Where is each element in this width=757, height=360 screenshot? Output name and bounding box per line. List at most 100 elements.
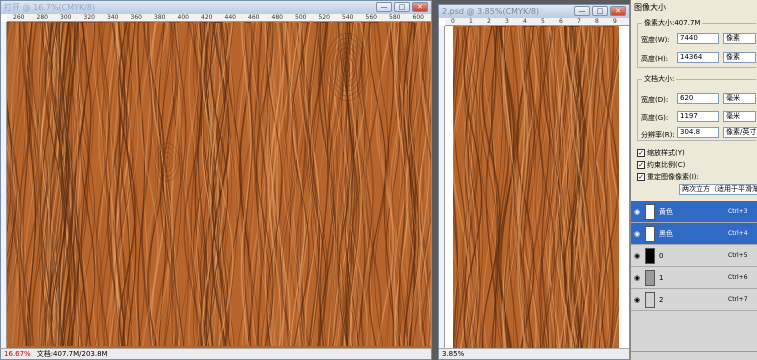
close-button[interactable]: ✕ [412, 2, 428, 12]
resolution-label: 分辨率(R): [641, 131, 675, 139]
pixel-width-input[interactable]: 7440 [677, 33, 719, 44]
ruler-tick: 360 [130, 14, 142, 21]
ruler-tick: 300 [60, 14, 72, 21]
ruler-tick: 520 [318, 14, 330, 21]
document-window-1[interactable]: 打开 @ 16.7%(CMYK/8) — □ ✕ 260 280 300 320 340… [0, 0, 432, 360]
window-2-statusbar: 3.85% [439, 348, 629, 359]
scale-styles-checkbox[interactable]: ✓ 缩放样式(Y) [637, 148, 685, 158]
channel-shortcut: Ctrl+5 [728, 252, 748, 259]
checkbox-box[interactable]: ✓ [637, 149, 645, 157]
channel-row[interactable]: ◉ 黑色 Ctrl+4 [631, 223, 757, 245]
maximize-button[interactable]: □ [592, 6, 608, 16]
ruler-tick: 500 [295, 14, 307, 21]
ruler-tick: 320 [83, 14, 95, 21]
eye-icon[interactable]: ◉ [631, 230, 643, 238]
resample-image-checkbox[interactable]: ✓ 重定图像像素(I): [637, 172, 699, 182]
channel-name: 0 [659, 251, 664, 260]
checkbox-label: 缩放样式(Y) [647, 149, 685, 157]
checkbox-box[interactable]: ✓ [637, 173, 645, 181]
ruler-tick: 400 [177, 14, 189, 21]
ruler-tick: 420 [201, 14, 213, 21]
channel-name: 黄色 [659, 207, 673, 216]
zoom-level[interactable]: 16.67% [4, 350, 31, 358]
wood-texture-image [453, 26, 619, 350]
ruler-tick: 340 [107, 14, 119, 21]
channel-thumbnail [645, 203, 655, 220]
pixel-dimensions-legend: 像素大小:407.7M [642, 18, 703, 28]
channel-row[interactable]: ◉ 1 Ctrl+6 [631, 267, 757, 289]
channel-row[interactable]: ◉ 黄色 Ctrl+3 [631, 201, 757, 223]
ruler-tick: 260 [13, 14, 25, 21]
ruler-tick: 280 [36, 14, 48, 21]
wood-texture-canvas-1[interactable] [7, 22, 431, 350]
channels-panel: ◉ 黄色 Ctrl+3 ◉ 黑色 Ctrl+4 ◉ 0 Ctrl+5 ◉ 1 Ctrl+6 ◉ 2 Ctrl… [631, 201, 757, 351]
dialog-title: 图像大小 [634, 3, 666, 12]
ruler-tick: 1 [469, 18, 473, 25]
resolution-input[interactable]: 304.8 [677, 127, 719, 138]
checkbox-label: 约束比例(C) [647, 161, 686, 169]
ruler-tick: 5 [541, 18, 545, 25]
ruler-tick: 540 [342, 14, 354, 21]
window-1-title: 打开 @ 16.7%(CMYK/8) [4, 3, 96, 12]
channel-shortcut: Ctrl+6 [728, 274, 748, 281]
channel-row[interactable]: ◉ 2 Ctrl+7 [631, 289, 757, 311]
minimize-button[interactable]: — [376, 2, 392, 12]
document-size-legend: 文档大小: [642, 74, 677, 84]
horizontal-ruler: 0 1 2 3 4 5 6 7 8 9 [445, 18, 629, 26]
ruler-tick: 4 [523, 18, 527, 25]
eye-icon[interactable]: ◉ [631, 296, 643, 304]
ruler-tick: 460 [248, 14, 260, 21]
window-1-titlebar[interactable]: 打开 @ 16.7%(CMYK/8) — □ ✕ [1, 1, 431, 14]
ruler-tick: 380 [154, 14, 166, 21]
channel-shortcut: Ctrl+4 [728, 230, 748, 237]
ruler-tick: 580 [389, 14, 401, 21]
channel-shortcut: Ctrl+7 [728, 296, 748, 303]
eye-icon[interactable]: ◉ [631, 252, 643, 260]
ruler-tick: 440 [224, 14, 236, 21]
ruler-tick: 480 [271, 14, 283, 21]
canvas-area [445, 26, 629, 350]
ruler-tick: 8 [595, 18, 599, 25]
pixel-height-input[interactable]: 14364 [677, 52, 719, 63]
image-size-dialog: 图像大小 像素大小:407.7M 宽度(W): 7440 像素 高度(H): 1… [630, 0, 757, 360]
window-1-statusbar: 16.67% 文档:407.7M/203.8M [1, 348, 431, 359]
minimize-button[interactable]: — [574, 6, 590, 16]
doc-height-label: 高度(G): [641, 114, 669, 122]
document-size[interactable]: 文档:407.7M/203.8M [37, 349, 108, 359]
doc-width-input[interactable]: 620 [677, 93, 719, 104]
eye-icon[interactable]: ◉ [631, 208, 643, 216]
eye-icon[interactable]: ◉ [631, 274, 643, 282]
doc-width-unit-select[interactable]: 毫米 [723, 93, 756, 104]
channel-row[interactable]: ◉ 0 Ctrl+5 [631, 245, 757, 267]
pixel-width-unit-select[interactable]: 像素 [723, 33, 756, 44]
ruler-tick: 560 [365, 14, 377, 21]
horizontal-ruler: 260 280 300 320 340 360 380 400 420 440 460 480 500 5… [7, 14, 431, 22]
wood-texture-canvas-2[interactable] [453, 26, 619, 350]
channel-thumbnail [645, 291, 655, 308]
channel-name: 黑色 [659, 229, 673, 238]
channel-name: 1 [659, 273, 664, 282]
pixel-height-label: 高度(H): [641, 55, 669, 63]
window-2-titlebar[interactable]: 2.psd @ 3.85%(CMYK/8) — □ ✕ [439, 5, 629, 18]
window-2-title: 2.psd @ 3.85%(CMYK/8) [442, 7, 540, 16]
pixel-height-unit-select[interactable]: 像素 [723, 52, 756, 63]
doc-height-input[interactable]: 1197 [677, 111, 719, 122]
close-button[interactable]: ✕ [610, 6, 626, 16]
ruler-tick: 6 [559, 18, 563, 25]
ruler-tick: 3 [505, 18, 509, 25]
zoom-level[interactable]: 3.85% [442, 350, 464, 358]
maximize-button[interactable]: □ [394, 2, 410, 12]
checkbox-label: 重定图像像素(I): [647, 173, 699, 181]
doc-height-unit-select[interactable]: 毫米 [723, 111, 756, 122]
resample-method-select[interactable]: 两次立方（适用于平滑渐变） [679, 184, 757, 195]
ruler-tick: 0 [451, 18, 455, 25]
document-window-2[interactable]: 2.psd @ 3.85%(CMYK/8) — □ ✕ 0 1 2 3 4 5 6 7 8 9 3… [438, 4, 630, 360]
constrain-proportions-checkbox[interactable]: ✓ 约束比例(C) [637, 160, 685, 170]
doc-width-label: 宽度(D): [641, 96, 669, 104]
resolution-unit-select[interactable]: 像素/英寸 [723, 127, 757, 138]
pixel-width-label: 宽度(W): [641, 36, 670, 44]
ruler-tick: 600 [412, 14, 424, 21]
channels-panel-footer [631, 351, 757, 360]
ruler-tick: 9 [613, 18, 617, 25]
checkbox-box[interactable]: ✓ [637, 161, 645, 169]
